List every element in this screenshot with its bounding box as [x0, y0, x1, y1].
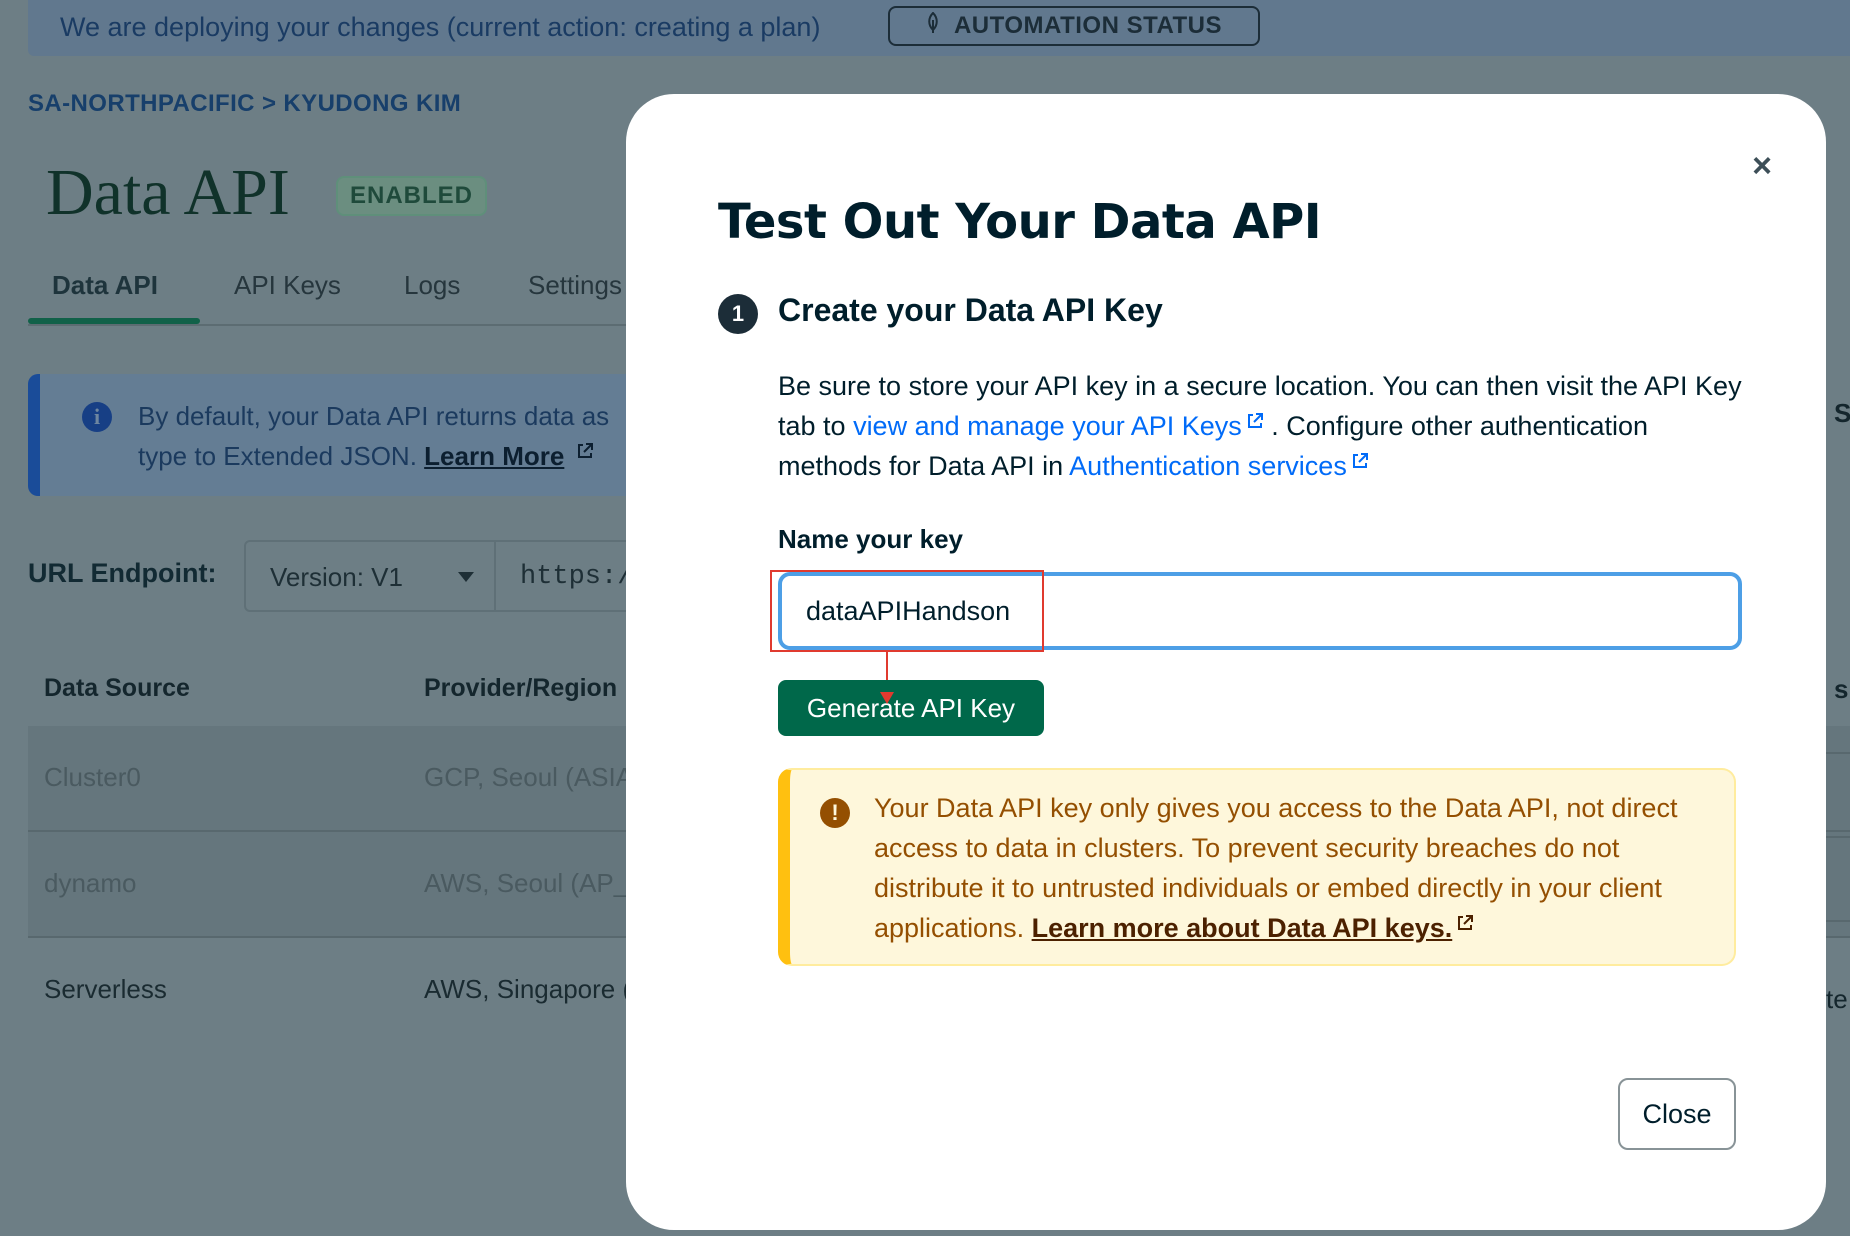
external-link-icon — [1347, 451, 1369, 481]
banner-message: We are deploying your changes (current a… — [60, 12, 821, 42]
modal-title: Test Out Your Data API — [718, 194, 1322, 250]
active-tab-indicator — [28, 318, 200, 324]
info-line-2: type to Extended JSON. — [138, 441, 417, 471]
row-provider: GCP, Seoul (ASIA — [424, 762, 634, 792]
info-icon: i — [82, 402, 112, 432]
row-provider: AWS, Seoul (AP_N — [424, 868, 648, 898]
external-link-icon — [1242, 411, 1264, 441]
breadcrumb[interactable]: SA-NORTHPACIFIC > KYUDONG KIM — [28, 90, 461, 118]
key-name-input[interactable] — [778, 572, 1742, 650]
url-endpoint-text: https:/ — [520, 562, 634, 592]
generate-api-key-button[interactable]: Generate API Key — [778, 680, 1044, 736]
tab-api-keys[interactable]: API Keys — [234, 270, 341, 301]
external-link-icon — [1452, 913, 1474, 943]
tab-bar: Data API API Keys Logs Settings — [28, 262, 648, 326]
page-title: Data API — [46, 156, 290, 229]
step-number-badge: 1 — [718, 294, 758, 334]
version-value: Version: V1 — [270, 562, 403, 592]
key-name-label: Name your key — [778, 524, 963, 554]
edge-fragment: s — [1834, 674, 1849, 704]
tab-data-api[interactable]: Data API — [52, 270, 158, 301]
manage-api-keys-link[interactable]: view and manage your API Keys — [853, 411, 1242, 441]
info-text: By default, your Data API returns data a… — [138, 396, 678, 476]
step-title: Create your Data API Key — [778, 292, 1163, 328]
deploy-banner: We are deploying your changes (current a… — [28, 0, 1850, 56]
close-icon[interactable]: × — [1742, 146, 1782, 186]
row-source: Serverless — [44, 974, 167, 1004]
row-source: Cluster0 — [44, 762, 141, 792]
authentication-services-link[interactable]: Authentication services — [1069, 451, 1347, 481]
column-header-provider-region: Provider/Region — [424, 674, 618, 702]
row-provider: AWS, Singapore ( — [424, 974, 632, 1004]
edge-fragment: S — [1834, 398, 1850, 428]
url-endpoint-label: URL Endpoint: — [28, 558, 217, 588]
warning-callout: ! Your Data API key only gives you acces… — [778, 768, 1736, 966]
info-line-1: By default, your Data API returns data a… — [138, 401, 610, 431]
step-description: Be sure to store your API key in a secur… — [778, 366, 1758, 486]
warning-icon: ! — [820, 798, 850, 828]
tab-logs[interactable]: Logs — [404, 270, 460, 301]
annotation-arrow-head — [880, 692, 894, 704]
close-button[interactable]: Close — [1618, 1078, 1736, 1150]
info-callout: i By default, your Data API returns data… — [28, 374, 648, 496]
chevron-down-icon — [458, 572, 474, 582]
leaf-icon — [926, 11, 940, 41]
learn-more-link[interactable]: Learn More — [424, 441, 564, 471]
row-source: dynamo — [44, 868, 137, 898]
status-badge: ENABLED — [336, 176, 488, 216]
edge-fragment: te — [1826, 984, 1848, 1014]
test-data-api-modal: × Test Out Your Data API 1 Create your D… — [626, 94, 1826, 1230]
column-header-data-source: Data Source — [44, 674, 190, 702]
learn-more-data-api-keys-link[interactable]: Learn more about Data API keys. — [1032, 913, 1453, 943]
automation-status-button[interactable]: AUTOMATION STATUS — [888, 6, 1260, 46]
warning-text: Your Data API key only gives you access … — [874, 788, 1714, 948]
version-select[interactable]: Version: V1 — [244, 540, 496, 612]
tab-settings[interactable]: Settings — [528, 270, 622, 301]
external-link-icon — [572, 441, 594, 471]
automation-status-label: AUTOMATION STATUS — [953, 12, 1223, 39]
